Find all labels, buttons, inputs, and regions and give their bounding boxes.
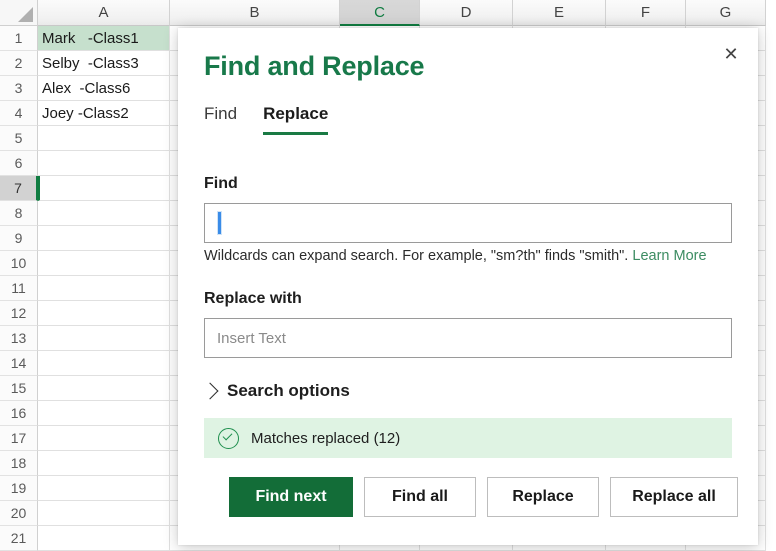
replace-all-button[interactable]: Replace all	[610, 477, 738, 517]
search-options-toggle[interactable]: Search options	[204, 381, 350, 401]
check-circle-icon	[218, 428, 239, 449]
wildcard-hint-text: Wildcards can expand search. For example…	[204, 248, 632, 264]
find-and-replace-dialog: ✕ Find and Replace Find Replace Find Wild…	[178, 28, 758, 545]
wildcard-hint: Wildcards can expand search. For example…	[204, 248, 707, 264]
row-header-column: 123456789101112131415161718192021	[0, 26, 38, 551]
column-header-e[interactable]: E	[513, 0, 606, 26]
replace-input[interactable]: Insert Text	[204, 318, 732, 358]
row-header-1[interactable]: 1	[0, 26, 38, 51]
column-header-f[interactable]: F	[606, 0, 686, 26]
cell-A9[interactable]	[38, 226, 170, 251]
cell-A13[interactable]	[38, 326, 170, 351]
row-header-6[interactable]: 6	[0, 151, 38, 176]
column-header-a[interactable]: A	[38, 0, 170, 26]
row-header-9[interactable]: 9	[0, 226, 38, 251]
row-header-21[interactable]: 21	[0, 526, 38, 551]
status-message: Matches replaced (12)	[251, 430, 400, 447]
cell-A12[interactable]	[38, 301, 170, 326]
search-options-label: Search options	[227, 381, 350, 401]
dialog-title: Find and Replace	[204, 51, 424, 82]
dialog-tabs: Find Replace	[204, 104, 328, 135]
row-header-10[interactable]: 10	[0, 251, 38, 276]
row-header-19[interactable]: 19	[0, 476, 38, 501]
row-header-3[interactable]: 3	[0, 76, 38, 101]
row-header-5[interactable]: 5	[0, 126, 38, 151]
find-field-label: Find	[204, 175, 238, 193]
select-all-triangle-icon	[18, 7, 33, 22]
cell-A1[interactable]: Mark -Class1	[38, 26, 170, 51]
cell-A7[interactable]	[38, 176, 170, 201]
row-header-15[interactable]: 15	[0, 376, 38, 401]
cell-A14[interactable]	[38, 351, 170, 376]
cell-A17[interactable]	[38, 426, 170, 451]
column-header-d[interactable]: D	[420, 0, 513, 26]
column-header-c[interactable]: C	[340, 0, 420, 26]
row-header-20[interactable]: 20	[0, 501, 38, 526]
tab-replace[interactable]: Replace	[263, 104, 328, 135]
row-header-11[interactable]: 11	[0, 276, 38, 301]
cell-A18[interactable]	[38, 451, 170, 476]
learn-more-link[interactable]: Learn More	[632, 248, 706, 264]
text-caret	[217, 211, 222, 235]
replace-field-label: Replace with	[204, 290, 302, 308]
row-header-8[interactable]: 8	[0, 201, 38, 226]
cell-A21[interactable]	[38, 526, 170, 551]
row-header-7[interactable]: 7	[0, 176, 38, 201]
close-icon[interactable]: ✕	[714, 38, 748, 70]
cell-A20[interactable]	[38, 501, 170, 526]
row-header-16[interactable]: 16	[0, 401, 38, 426]
row-header-14[interactable]: 14	[0, 351, 38, 376]
row-header-18[interactable]: 18	[0, 451, 38, 476]
find-all-button[interactable]: Find all	[364, 477, 476, 517]
row-header-4[interactable]: 4	[0, 101, 38, 126]
cell-A3[interactable]: Alex -Class6	[38, 76, 170, 101]
cell-A10[interactable]	[38, 251, 170, 276]
row-header-17[interactable]: 17	[0, 426, 38, 451]
cell-A4[interactable]: Joey -Class2	[38, 101, 170, 126]
cell-A16[interactable]	[38, 401, 170, 426]
select-all-corner[interactable]	[0, 0, 38, 26]
find-input[interactable]	[204, 203, 732, 243]
row-header-13[interactable]: 13	[0, 326, 38, 351]
find-next-button[interactable]: Find next	[229, 477, 353, 517]
replace-input-placeholder: Insert Text	[217, 330, 286, 347]
dialog-button-row: Find next Find all Replace Replace all	[229, 477, 738, 517]
cell-A15[interactable]	[38, 376, 170, 401]
chevron-right-icon	[202, 382, 219, 399]
status-banner: Matches replaced (12)	[204, 418, 732, 458]
tab-find[interactable]: Find	[204, 104, 237, 135]
row-header-12[interactable]: 12	[0, 301, 38, 326]
cell-A5[interactable]	[38, 126, 170, 151]
cell-A2[interactable]: Selby -Class3	[38, 51, 170, 76]
cell-A11[interactable]	[38, 276, 170, 301]
column-header-g[interactable]: G	[686, 0, 766, 26]
column-header-b[interactable]: B	[170, 0, 340, 26]
row-header-2[interactable]: 2	[0, 51, 38, 76]
column-header-row: ABCDEFG	[38, 0, 776, 26]
cell-A19[interactable]	[38, 476, 170, 501]
replace-button[interactable]: Replace	[487, 477, 599, 517]
cell-A8[interactable]	[38, 201, 170, 226]
cell-A6[interactable]	[38, 151, 170, 176]
